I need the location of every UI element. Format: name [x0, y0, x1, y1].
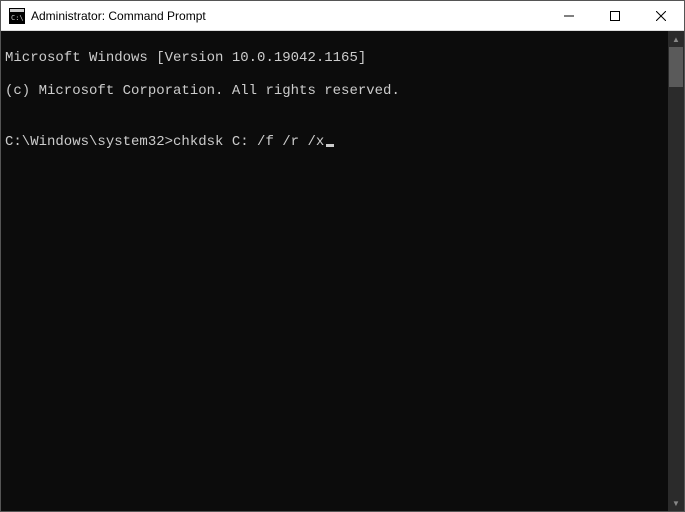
scroll-up-arrow[interactable]: ▲ — [668, 31, 684, 47]
prompt-line: C:\Windows\system32>chkdsk C: /f /r /x — [5, 134, 664, 151]
output-line: (c) Microsoft Corporation. All rights re… — [5, 83, 664, 100]
typed-command: chkdsk C: /f /r /x — [173, 134, 324, 151]
cursor — [326, 144, 334, 147]
console-output[interactable]: Microsoft Windows [Version 10.0.19042.11… — [1, 31, 668, 511]
console-area: Microsoft Windows [Version 10.0.19042.11… — [1, 31, 684, 511]
svg-text:C:\: C:\ — [11, 14, 24, 22]
scroll-down-arrow[interactable]: ▼ — [668, 495, 684, 511]
scrollbar-thumb[interactable] — [669, 47, 683, 87]
cmd-icon: C:\ — [9, 8, 25, 24]
command-prompt-window: C:\ Administrator: Command Prompt Micros… — [0, 0, 685, 512]
maximize-button[interactable] — [592, 1, 638, 30]
window-controls — [546, 1, 684, 30]
minimize-button[interactable] — [546, 1, 592, 30]
titlebar[interactable]: C:\ Administrator: Command Prompt — [1, 1, 684, 31]
output-line: Microsoft Windows [Version 10.0.19042.11… — [5, 50, 664, 67]
prompt-path: C:\Windows\system32> — [5, 134, 173, 151]
vertical-scrollbar[interactable]: ▲ ▼ — [668, 31, 684, 511]
close-button[interactable] — [638, 1, 684, 30]
window-title: Administrator: Command Prompt — [31, 9, 206, 23]
